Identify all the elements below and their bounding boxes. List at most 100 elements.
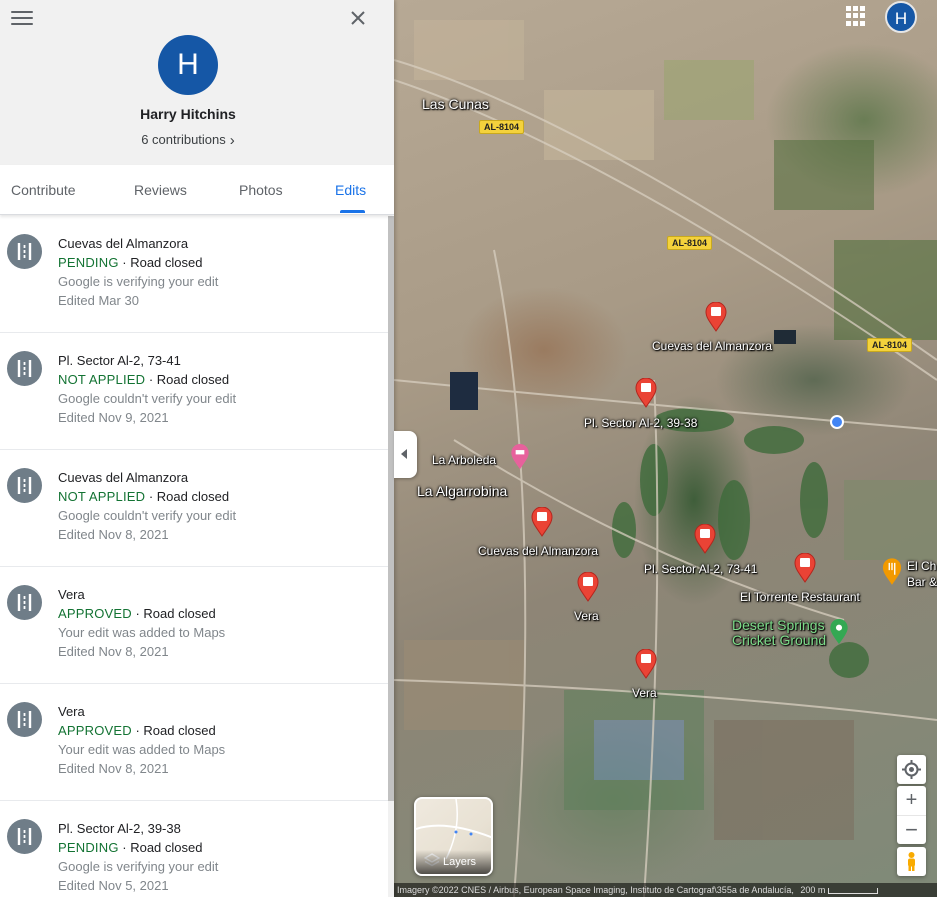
edit-pin-icon[interactable]: [635, 378, 657, 408]
collapse-panel-button[interactable]: [394, 431, 417, 478]
apps-grid-icon[interactable]: [846, 6, 866, 26]
status-separator: ·: [118, 255, 131, 270]
edit-type: Road closed: [130, 255, 203, 270]
close-icon[interactable]: [347, 7, 369, 29]
chevron-right-icon: ›: [229, 132, 235, 149]
edit-place-name: Pl. Sector Al-2, 73-41: [58, 353, 181, 368]
map-label-sector-73: Pl. Sector Al-2, 73-41: [644, 562, 758, 576]
status-separator: ·: [145, 372, 157, 387]
edit-list-item[interactable]: Vera APPROVED · Road closed Your edit wa…: [0, 684, 388, 801]
edits-list: Cuevas del Almanzora PENDING · Road clos…: [0, 216, 388, 897]
tab-reviews[interactable]: Reviews: [134, 165, 187, 215]
map-label-la-algarrobina: La Algarrobina: [417, 483, 508, 499]
hotel-pin-icon[interactable]: [510, 444, 530, 470]
status-badge: NOT APPLIED: [58, 489, 146, 504]
layers-label: Layers: [416, 850, 491, 874]
status-badge: APPROVED: [58, 723, 132, 738]
edit-pin-icon[interactable]: [794, 553, 816, 583]
status-separator: ·: [131, 606, 144, 621]
road-edit-icon: [7, 819, 42, 854]
maps-app: H Harry Hitchins 6 contributions › Contri…: [0, 0, 937, 897]
road-edit-icon: [7, 585, 42, 620]
edit-date: Edited Nov 9, 2021: [58, 410, 169, 425]
contributions-link[interactable]: 6 contributions ›: [0, 131, 376, 149]
edit-pin-icon[interactable]: [694, 524, 716, 554]
edit-list-item[interactable]: Cuevas del Almanzora NOT APPLIED · Road …: [0, 450, 388, 567]
edit-pin-icon[interactable]: [577, 572, 599, 602]
edit-note: Your edit was added to Maps: [58, 742, 226, 757]
map-label-la-arboleda: La Arboleda: [432, 453, 497, 467]
scale-label[interactable]: 200 m: [800, 885, 825, 895]
edit-note: Google is verifying your edit: [58, 274, 219, 289]
edit-note: Your edit was added to Maps: [58, 625, 226, 640]
edit-place-name: Vera: [58, 704, 85, 719]
zoom-controls: + −: [897, 786, 926, 844]
user-name: Harry Hitchins: [140, 106, 236, 122]
active-tab-indicator: [340, 210, 365, 213]
edit-status-line: NOT APPLIED · Road closed: [58, 372, 229, 387]
account-avatar[interactable]: H: [885, 1, 917, 33]
edit-status-line: NOT APPLIED · Road closed: [58, 489, 229, 504]
map-label-desert-springs: Desert Springs Cricket Ground: [732, 617, 827, 648]
edit-list-item[interactable]: Vera APPROVED · Road closed Your edit wa…: [0, 567, 388, 684]
map-label-cuevas: Cuevas del Almanzora: [478, 544, 599, 558]
map-label-el-torrente: El Torrente Restaurant: [740, 590, 860, 604]
edit-type: Road closed: [143, 606, 216, 621]
contributions-count: 6 contributions: [141, 132, 226, 147]
edit-date: Edited Nov 5, 2021: [58, 878, 169, 893]
park-pin-icon[interactable]: [829, 619, 849, 645]
scrollbar[interactable]: [388, 216, 394, 897]
crosshair-icon: [902, 760, 921, 779]
profile-header: H Harry Hitchins 6 contributions ›: [0, 0, 394, 165]
tab-bar: Contribute Reviews Photos Edits: [0, 165, 394, 215]
edit-pin-icon[interactable]: [635, 649, 657, 679]
tab-edits[interactable]: Edits: [335, 165, 366, 215]
tab-contribute[interactable]: Contribute: [11, 165, 76, 215]
zoom-in-button[interactable]: +: [897, 786, 926, 815]
edit-date: Edited Nov 8, 2021: [58, 644, 169, 659]
status-separator: ·: [145, 489, 157, 504]
status-badge: APPROVED: [58, 606, 132, 621]
edit-status-line: PENDING · Road closed: [58, 255, 202, 270]
menu-icon[interactable]: [11, 9, 33, 27]
zoom-out-button[interactable]: −: [897, 815, 926, 844]
edit-pin-icon[interactable]: [705, 302, 727, 332]
edit-place-name: Pl. Sector Al-2, 39-38: [58, 821, 181, 836]
edit-type: Road closed: [156, 489, 230, 504]
edit-note: Google couldn't verify your edit: [58, 391, 237, 406]
road-badge: AL-8104: [867, 338, 913, 352]
edit-date: Edited Nov 8, 2021: [58, 527, 169, 542]
map-attribution: Imagery ©2022 CNES / Airbus, European Sp…: [394, 883, 937, 897]
map-terrain: [394, 20, 937, 897]
attribution-text: Imagery ©2022 CNES / Airbus, European Sp…: [397, 885, 794, 895]
edit-type: Road closed: [156, 372, 230, 387]
edit-list-item[interactable]: Pl. Sector Al-2, 39-38 PENDING · Road cl…: [0, 801, 388, 897]
edit-pin-icon[interactable]: [531, 507, 553, 537]
edit-list-item[interactable]: Pl. Sector Al-2, 73-41 NOT APPLIED · Roa…: [0, 333, 388, 450]
edit-note: Google is verifying your edit: [58, 859, 219, 874]
map-label-vera: Vera: [632, 686, 657, 700]
scrollbar-thumb[interactable]: [388, 216, 394, 801]
satellite-map[interactable]: AL-8104 AL-8104 AL-8104 Las Cunas La Arb…: [394, 0, 937, 897]
edit-list-item[interactable]: Cuevas del Almanzora PENDING · Road clos…: [0, 216, 388, 333]
status-badge: NOT APPLIED: [58, 372, 146, 387]
my-location-button[interactable]: [897, 755, 926, 784]
edit-status-line: APPROVED · Road closed: [58, 723, 216, 738]
chevron-left-icon: [401, 449, 407, 459]
road-badge: AL-8104: [479, 120, 525, 134]
status-separator: ·: [118, 840, 131, 855]
edit-type: Road closed: [143, 723, 216, 738]
edit-place-name: Cuevas del Almanzora: [58, 236, 189, 251]
road-edit-icon: [7, 468, 42, 503]
tab-photos[interactable]: Photos: [239, 165, 283, 215]
avatar[interactable]: H: [158, 35, 218, 95]
map-label-vera: Vera: [574, 609, 599, 623]
street-view-pegman[interactable]: [897, 847, 926, 876]
road-edit-icon: [7, 351, 42, 386]
edit-note: Google couldn't verify your edit: [58, 508, 237, 523]
edit-type: Road closed: [130, 840, 203, 855]
edit-place-name: Cuevas del Almanzora: [58, 470, 189, 485]
layers-button[interactable]: Layers: [414, 797, 493, 876]
status-separator: ·: [131, 723, 144, 738]
restaurant-pin-icon[interactable]: [882, 558, 902, 586]
